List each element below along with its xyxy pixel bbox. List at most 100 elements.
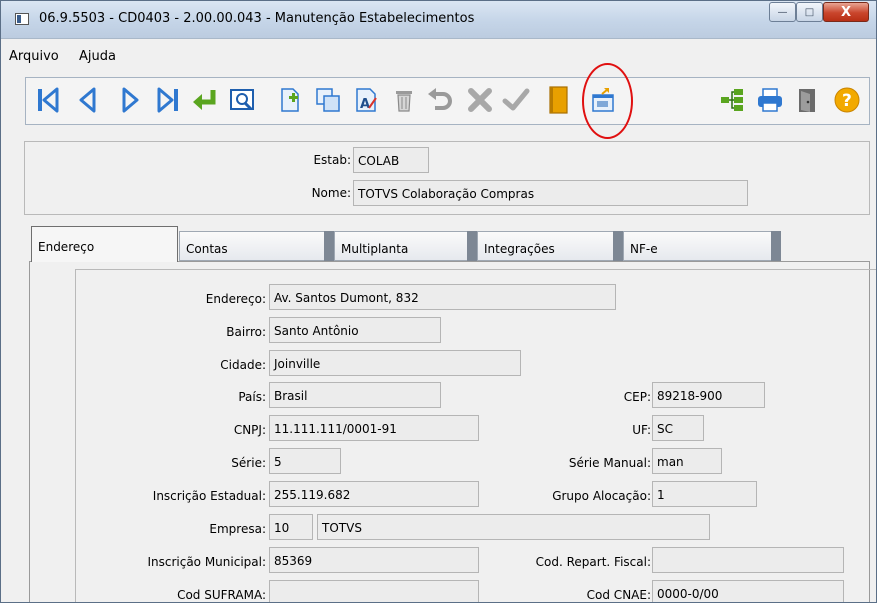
tab-endereco-label: Endereço: [38, 240, 95, 254]
tab-contas[interactable]: Contas: [179, 231, 334, 261]
cod-suframa-field[interactable]: [269, 580, 479, 602]
cod-repart-fiscal-field[interactable]: [652, 547, 844, 573]
grupo-alocacao-label: Grupo Alocação:: [552, 489, 651, 503]
delete-record-button[interactable]: [388, 84, 420, 116]
help-button[interactable]: ?: [831, 84, 863, 116]
svg-text:?: ?: [842, 91, 852, 111]
cidade-field[interactable]: Joinville: [269, 350, 521, 376]
go-to-record-button[interactable]: [190, 84, 222, 116]
tree-view-button[interactable]: [716, 84, 748, 116]
cep-label: CEP:: [623, 390, 651, 404]
printer-icon: [758, 88, 782, 112]
minimize-button[interactable]: —: [769, 2, 796, 22]
endereco-field[interactable]: Av. Santos Dumont, 832: [269, 284, 616, 310]
window-controls: — □ X: [769, 2, 869, 22]
tab-nfe-label: NF-e: [630, 242, 658, 256]
search-record-button[interactable]: [226, 84, 258, 116]
cancel-button[interactable]: [464, 84, 496, 116]
first-record-icon: [38, 87, 59, 113]
next-record-button[interactable]: [114, 84, 146, 116]
cod-cnae-label: Cod CNAE:: [586, 588, 651, 602]
inscricao-estadual-field[interactable]: 255.119.682: [269, 481, 479, 507]
previous-record-icon: [79, 87, 96, 113]
exit-button[interactable]: [792, 84, 824, 116]
tab-multiplanta-label: Multiplanta: [341, 242, 409, 256]
uf-field[interactable]: SC: [652, 415, 704, 441]
serie-label: Série:: [231, 456, 266, 470]
tab-integracoes[interactable]: Integrações: [477, 231, 623, 261]
tab-nfe[interactable]: NF-e: [623, 231, 781, 261]
nome-label: Nome:: [311, 186, 351, 200]
cod-suframa-label: Cod SUFRAMA:: [177, 588, 266, 602]
cnpj-label: CNPJ:: [233, 423, 266, 437]
nome-field[interactable]: TOTVS Colaboração Compras: [353, 180, 748, 206]
empresa-code-field[interactable]: 10: [269, 514, 313, 540]
tab-content-panel: Endereço: Av. Santos Dumont, 832 Bairro:…: [29, 261, 876, 602]
uf-label: UF:: [632, 423, 651, 437]
previous-record-button[interactable]: [72, 84, 104, 116]
magnifier-icon: [230, 89, 254, 111]
estab-field[interactable]: COLAB: [353, 147, 429, 173]
maximize-button[interactable]: □: [796, 2, 823, 22]
svg-text:A: A: [360, 97, 370, 112]
cod-repart-fiscal-label: Cod. Repart. Fiscal:: [535, 555, 651, 569]
window-title: 06.9.5503 - CD0403 - 2.00.00.043 - Manut…: [39, 11, 475, 26]
toolbar: A ?: [25, 77, 870, 125]
serie-field[interactable]: 5: [269, 448, 341, 474]
estab-label: Estab:: [313, 153, 351, 167]
inscricao-municipal-label: Inscrição Municipal:: [147, 555, 266, 569]
first-record-button[interactable]: [32, 84, 64, 116]
pais-label: País:: [238, 390, 266, 404]
book-icon: [549, 86, 568, 114]
menu-arquivo[interactable]: Arquivo: [9, 49, 59, 64]
last-record-button[interactable]: [152, 84, 184, 116]
book-button[interactable]: [542, 84, 574, 116]
grupo-alocacao-field[interactable]: 1: [652, 481, 757, 507]
app-icon[interactable]: [15, 13, 29, 25]
return-arrow-icon: [193, 90, 216, 110]
header-panel: Estab: COLAB Nome: TOTVS Colaboração Com…: [24, 141, 870, 215]
last-record-icon: [157, 87, 178, 113]
trash-icon: [396, 91, 412, 112]
door-exit-icon: [799, 89, 815, 112]
endereco-label: Endereço:: [205, 292, 266, 306]
new-record-button[interactable]: [274, 84, 306, 116]
pais-field[interactable]: Brasil: [269, 382, 441, 408]
inscricao-municipal-field[interactable]: 85369: [269, 547, 479, 573]
tab-multiplanta[interactable]: Multiplanta: [334, 231, 477, 261]
inscricao-estadual-label: Inscrição Estadual:: [152, 489, 266, 503]
tab-integracoes-label: Integrações: [484, 242, 555, 256]
title-bar[interactable]: 06.9.5503 - CD0403 - 2.00.00.043 - Manut…: [1, 1, 876, 39]
tab-endereco[interactable]: Endereço: [31, 226, 178, 262]
empresa-name-field[interactable]: TOTVS: [317, 514, 710, 540]
tab-bar: Endereço Contas Multiplanta Integrações …: [31, 226, 791, 262]
tab-contas-label: Contas: [186, 242, 228, 256]
bairro-label: Bairro:: [226, 325, 266, 339]
undo-button[interactable]: [424, 84, 456, 116]
edit-record-button[interactable]: A: [350, 84, 382, 116]
empresa-label: Empresa:: [209, 522, 266, 536]
checkmark-icon: [502, 88, 530, 111]
bairro-field[interactable]: Santo Antônio: [269, 317, 441, 343]
print-button[interactable]: [754, 84, 786, 116]
help-icon: ?: [834, 87, 860, 113]
undo-icon: [428, 88, 452, 110]
copy-record-button[interactable]: [312, 84, 344, 116]
highlight-annotation-circle: [582, 63, 633, 139]
edit-document-icon: A: [356, 88, 377, 112]
serie-manual-label: Série Manual:: [568, 456, 651, 470]
cidade-label: Cidade:: [220, 358, 266, 372]
next-record-icon: [122, 87, 139, 113]
copy-icon: [316, 88, 340, 112]
tree-structure-icon: [721, 89, 743, 111]
close-button[interactable]: X: [823, 2, 869, 22]
new-document-icon: [281, 88, 299, 112]
cod-cnae-field[interactable]: 0000-0/00: [652, 580, 844, 602]
cnpj-field[interactable]: 11.111.111/0001-91: [269, 415, 479, 441]
cep-field[interactable]: 89218-900: [652, 382, 765, 408]
confirm-button[interactable]: [500, 84, 532, 116]
menu-ajuda[interactable]: Ajuda: [79, 49, 116, 64]
menu-bar: Arquivo Ajuda: [1, 46, 876, 68]
serie-manual-field[interactable]: man: [652, 448, 722, 474]
application-window: 06.9.5503 - CD0403 - 2.00.00.043 - Manut…: [0, 0, 877, 603]
